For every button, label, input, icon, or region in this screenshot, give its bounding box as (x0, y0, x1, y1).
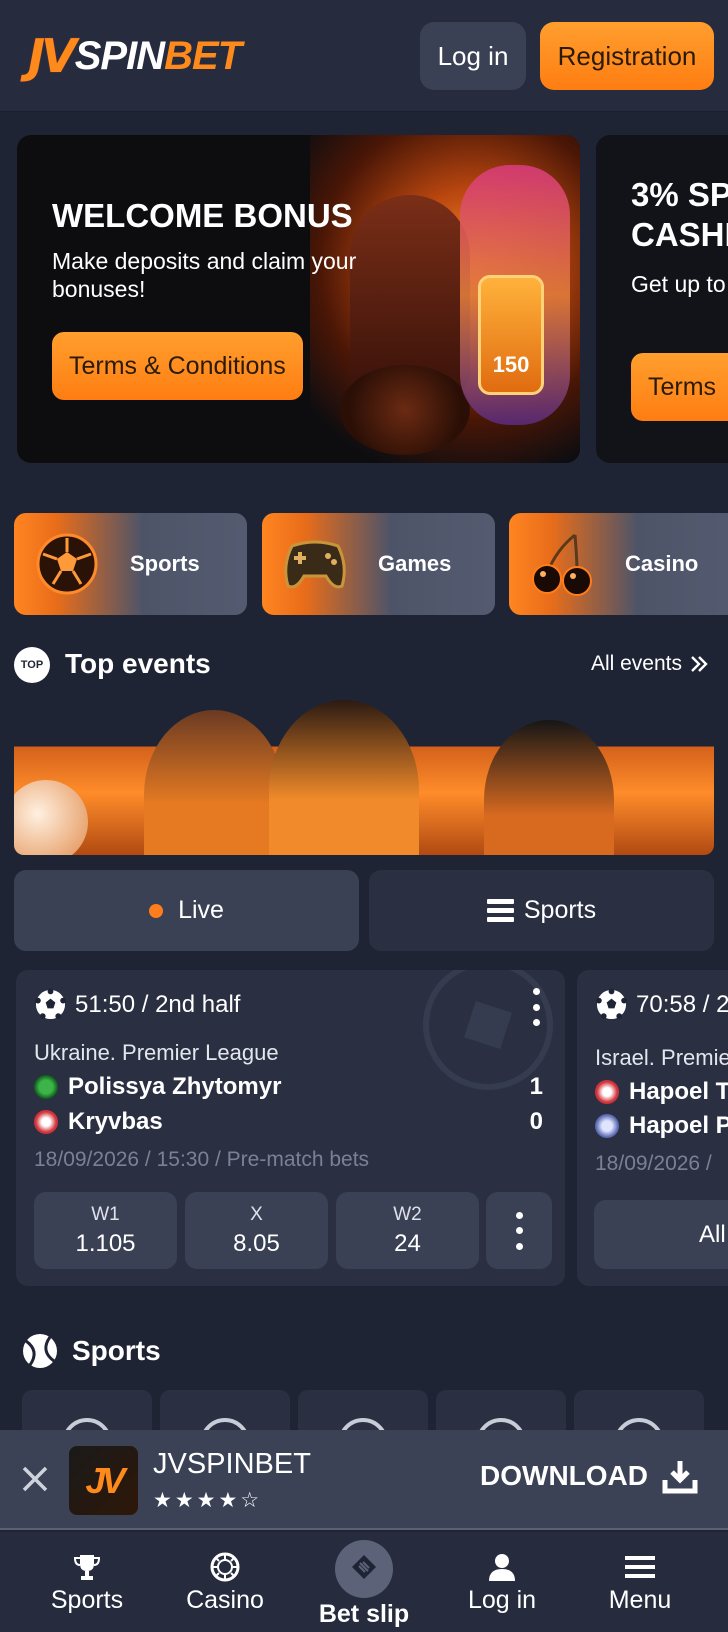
promo-banner-welcome[interactable]: 150 WELCOME BONUS Make deposits and clai… (17, 135, 580, 463)
event-league: Ukraine. Premier League (34, 1040, 279, 1065)
chip-icon (210, 1552, 240, 1582)
team-home: Polissya Zhytomyr (34, 1073, 281, 1101)
top-events-banner (14, 700, 714, 855)
tab-live[interactable]: Live (14, 870, 359, 951)
team-away: Kryvbas (34, 1108, 163, 1136)
player-illustration (484, 720, 614, 855)
banner-title: 3% SP CASHI (631, 176, 728, 253)
download-icon (662, 1461, 698, 1494)
score-home: 1 (529, 1073, 543, 1100)
team-logo-icon (34, 1110, 58, 1134)
list-icon (486, 895, 514, 926)
team-logo-icon (34, 1075, 58, 1099)
nav-bet-slip[interactable]: Bet slip (291, 1532, 437, 1632)
user-icon (489, 1554, 515, 1581)
logo[interactable]: JV SPINBET (28, 24, 242, 88)
logo-text: SPINBET (74, 33, 242, 78)
trophy-icon (73, 1555, 101, 1580)
motorcycle-illustration (340, 365, 470, 455)
category-sports[interactable]: Sports (14, 513, 247, 615)
login-button[interactable]: Log in (420, 22, 526, 90)
soccer-ball-icon (32, 529, 102, 599)
header: JV SPINBET Log in Registration (0, 0, 728, 112)
banner-subtitle: Get up to week! (631, 271, 728, 297)
more-options-icon (514, 1211, 524, 1250)
rating-stars: ★★★★☆ (153, 1488, 263, 1512)
ball-illustration (14, 780, 88, 855)
category-label: Casino (625, 551, 699, 576)
all-events-link[interactable]: All events (591, 652, 708, 676)
tennis-ball-icon (23, 1334, 57, 1368)
banner-title: WELCOME BONUS (52, 197, 353, 234)
team-logo-icon (595, 1114, 619, 1138)
app-name: JVSPINBET (153, 1448, 311, 1480)
registration-button[interactable]: Registration (540, 22, 714, 90)
nav-casino[interactable]: Casino (152, 1532, 298, 1632)
category-label: Sports (130, 551, 200, 576)
event-card[interactable]: 51:50 / 2nd half Ukraine. Premier League… (16, 970, 565, 1286)
cherries-icon (527, 529, 597, 599)
odd-button-w2[interactable]: W2 24 (336, 1192, 479, 1269)
category-casino[interactable]: Casino (509, 513, 728, 615)
more-options-icon[interactable] (531, 988, 541, 1026)
nav-log-in[interactable]: Log in (429, 1532, 575, 1632)
team-logo-icon (595, 1080, 619, 1104)
tab-label: Live (178, 896, 224, 924)
category-label: Games (378, 551, 452, 576)
download-button[interactable]: DOWNLOAD (480, 1458, 698, 1494)
section-title-top-events: Top events (65, 648, 211, 679)
category-games[interactable]: Games (262, 513, 495, 615)
odd-button-x[interactable]: X 8.05 (185, 1192, 328, 1269)
event-date: 18/09/2026 / 15:30 / Pre-match bets (34, 1148, 370, 1171)
menu-icon (625, 1556, 655, 1578)
event-time: 51:50 / 2nd half (34, 988, 240, 1021)
soccer-ball-icon (595, 988, 628, 1020)
bottom-nav: Sports Casino Bet slip Log in Menu (0, 1532, 728, 1632)
team-away: Hapoel P (595, 1112, 728, 1140)
logo-mark: JV (28, 29, 77, 83)
event-time: 70:58 / 2 (595, 988, 728, 1021)
more-markets-button[interactable] (486, 1192, 552, 1269)
nav-menu[interactable]: Menu (567, 1532, 713, 1632)
phone-illustration: 150 (478, 275, 544, 395)
player-illustration (269, 700, 419, 855)
gamepad-icon (280, 529, 350, 599)
banner-subtitle: Make deposits and claim your bonuses! (52, 248, 357, 302)
all-events-label: All events (590, 652, 682, 675)
terms-button[interactable]: Terms & Conditions (52, 332, 303, 400)
score-away: 0 (529, 1108, 543, 1135)
tab-sports[interactable]: Sports (369, 870, 714, 951)
promo-banner-cashback[interactable]: 3% SP CASHI Get up to week! Terms (596, 135, 728, 463)
player-illustration (144, 710, 284, 855)
live-dot-icon (149, 903, 164, 918)
team-home: Hapoel T (595, 1078, 728, 1106)
app-logo: JV (69, 1446, 138, 1515)
all-markets-button[interactable]: All (594, 1200, 728, 1269)
event-date: 18/09/2026 / (595, 1152, 712, 1175)
soccer-ball-icon (34, 988, 67, 1020)
double-chevron-right-icon (691, 656, 708, 672)
event-league: Israel. Premie (595, 1045, 728, 1070)
close-icon[interactable] (20, 1464, 50, 1494)
app-download-banner: JV JVSPINBET ★★★★☆ DOWNLOAD (0, 1430, 728, 1530)
nav-sports[interactable]: Sports (14, 1532, 160, 1632)
terms-button[interactable]: Terms (631, 353, 728, 421)
ticket-icon (335, 1540, 393, 1598)
event-card[interactable]: 70:58 / 2 Israel. Premie Hapoel T Hapoel… (577, 970, 728, 1286)
odd-button-w1[interactable]: W1 1.105 (34, 1192, 177, 1269)
tab-label: Sports (523, 896, 597, 924)
section-title-sports: Sports (72, 1335, 161, 1366)
top-badge-icon: TOP (14, 647, 50, 683)
